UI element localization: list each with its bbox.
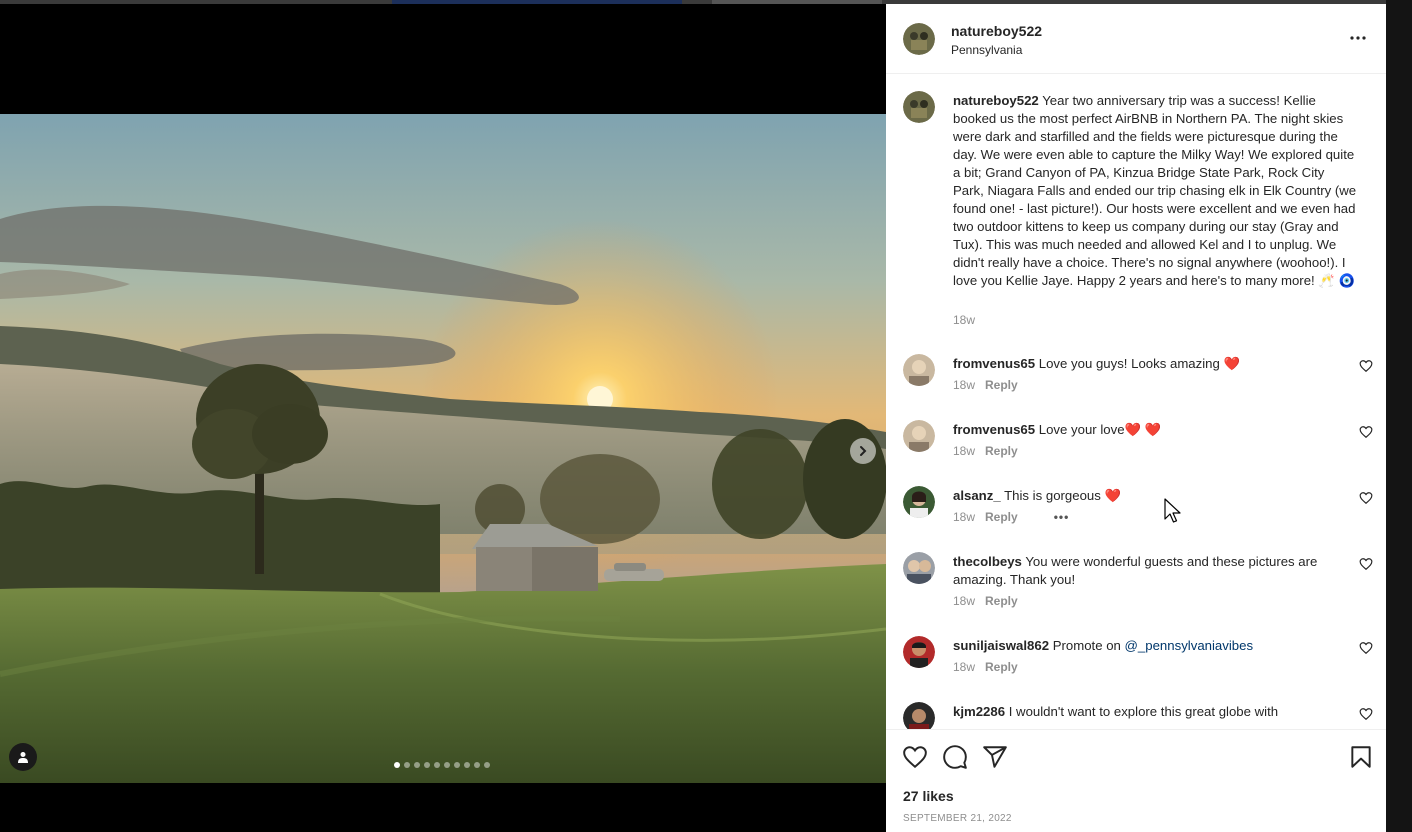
post-media [0,4,886,832]
post-header: natureboy522 Pennsylvania [886,4,1386,74]
comment-time[interactable]: 18w [953,510,975,524]
caption-avatar[interactable] [903,91,935,123]
carousel-dot [464,762,470,768]
comment-meta: 18w Reply ••• [953,510,1069,524]
heart-icon[interactable] [902,744,928,770]
more-options-button[interactable] [1346,30,1370,46]
comment-body: I wouldn't want to explore this great gl… [1008,704,1279,719]
comment-username[interactable]: thecolbeys [953,554,1022,569]
reply-button[interactable]: Reply [985,378,1018,392]
comment-time[interactable]: 18w [953,378,975,392]
comment-item: alsanz_ This is gorgeous ❤️ 18w Reply ••• [886,486,1386,546]
commenter-avatar[interactable] [903,552,935,584]
caption-timestamp[interactable]: 18w [953,313,975,327]
post-side-panel: natureboy522 Pennsylvania natureboy522 Y… [886,4,1386,832]
comment-username[interactable]: fromvenus65 [953,356,1035,371]
author-avatar[interactable] [903,23,935,55]
reply-button[interactable]: Reply [985,444,1018,458]
more-icon [1350,36,1366,40]
next-image-button[interactable] [850,438,876,464]
reply-button[interactable]: Reply [985,594,1018,608]
comment-time[interactable]: 18w [953,660,975,674]
heart-emoji: ❤️ [1223,356,1240,371]
heart-icon[interactable] [1359,707,1373,721]
user-tags-button[interactable] [9,743,37,771]
carousel-dot [474,762,480,768]
heart-icon[interactable] [1359,491,1373,505]
comment-username[interactable]: suniljaiswal862 [953,638,1049,653]
comment-body: Love you guys! Looks amazing [1038,356,1224,371]
comment-meta: 18w Reply [953,378,1018,392]
bookmark-icon[interactable] [1348,744,1374,770]
caption-text: natureboy522 Year two anniversary trip w… [953,92,1358,290]
heart-icon[interactable] [1359,359,1373,373]
commenter-avatar[interactable] [903,702,935,729]
carousel-dots [394,762,490,768]
comment-body: Love your love [1038,422,1125,437]
comment-time[interactable]: 18w [953,444,975,458]
carousel-dot [444,762,450,768]
comment-icon[interactable] [942,744,968,770]
carousel-dot [404,762,410,768]
post-actions: 27 likes SEPTEMBER 21, 2022 [886,729,1386,832]
comment-item: suniljaiswal862 Promote on @_pennsylvani… [886,636,1386,696]
caption-body: Year two anniversary trip was a success!… [953,93,1357,288]
mention-link[interactable]: @_pennsylvaniavibes [1125,638,1254,653]
carousel-dot [414,762,420,768]
carousel-dot [434,762,440,768]
comment-meta: 18w Reply [953,444,1018,458]
comment-text: fromvenus65 Love your love❤️ ❤️ [953,421,1348,439]
comment-item: fromvenus65 Love your love❤️ ❤️ 18w Reply [886,420,1386,480]
heart-icon[interactable] [1359,557,1373,571]
comment-meta: 18w Reply [953,660,1018,674]
commenter-avatar[interactable] [903,636,935,668]
post-location[interactable]: Pennsylvania [951,43,1022,57]
post-date: SEPTEMBER 21, 2022 [903,813,1012,824]
heart-emoji: ❤️ ❤️ [1124,422,1162,437]
heart-emoji: ❤️ [1104,488,1121,503]
post-photo[interactable] [0,114,886,783]
carousel-dot [424,762,430,768]
mouse-cursor-icon [1164,498,1181,523]
heart-icon[interactable] [1359,641,1373,655]
comment-body: This is gorgeous [1004,488,1105,503]
comment-text: suniljaiswal862 Promote on @_pennsylvani… [953,637,1348,655]
reply-button[interactable]: Reply [985,510,1018,524]
user-tag-icon [18,752,28,763]
commenter-avatar[interactable] [903,486,935,518]
comment-text: alsanz_ This is gorgeous ❤️ [953,487,1348,505]
comment-text: thecolbeys You were wonderful guests and… [953,553,1348,589]
comment-item: fromvenus65 Love you guys! Looks amazing… [886,354,1386,414]
likes-count[interactable]: 27 likes [903,788,954,804]
comment-item: kjm2286 I wouldn't want to explore this … [886,702,1386,729]
comments-list[interactable]: natureboy522 Year two anniversary trip w… [886,75,1386,729]
comment-username[interactable]: fromvenus65 [953,422,1035,437]
comment-item: thecolbeys You were wonderful guests and… [886,552,1386,622]
comment-meta: 18w Reply [953,594,1018,608]
heart-icon[interactable] [1359,425,1373,439]
author-username[interactable]: natureboy522 [951,23,1042,39]
chevron-right-icon [860,446,867,456]
commenter-avatar[interactable] [903,354,935,386]
comment-text: fromvenus65 Love you guys! Looks amazing… [953,355,1348,373]
share-icon[interactable] [982,744,1008,770]
carousel-dot [454,762,460,768]
commenter-avatar[interactable] [903,420,935,452]
comment-time[interactable]: 18w [953,594,975,608]
comment-username[interactable]: alsanz_ [953,488,1001,503]
comment-text: kjm2286 I wouldn't want to explore this … [953,703,1348,721]
reply-button[interactable]: Reply [985,660,1018,674]
carousel-dot [394,762,400,768]
comment-options-button[interactable]: ••• [1054,510,1070,524]
comment-username[interactable]: kjm2286 [953,704,1005,719]
caption-username[interactable]: natureboy522 [953,93,1039,108]
backdrop-gutter [1386,0,1412,832]
carousel-dot [484,762,490,768]
comment-body: Promote on [1052,638,1125,653]
